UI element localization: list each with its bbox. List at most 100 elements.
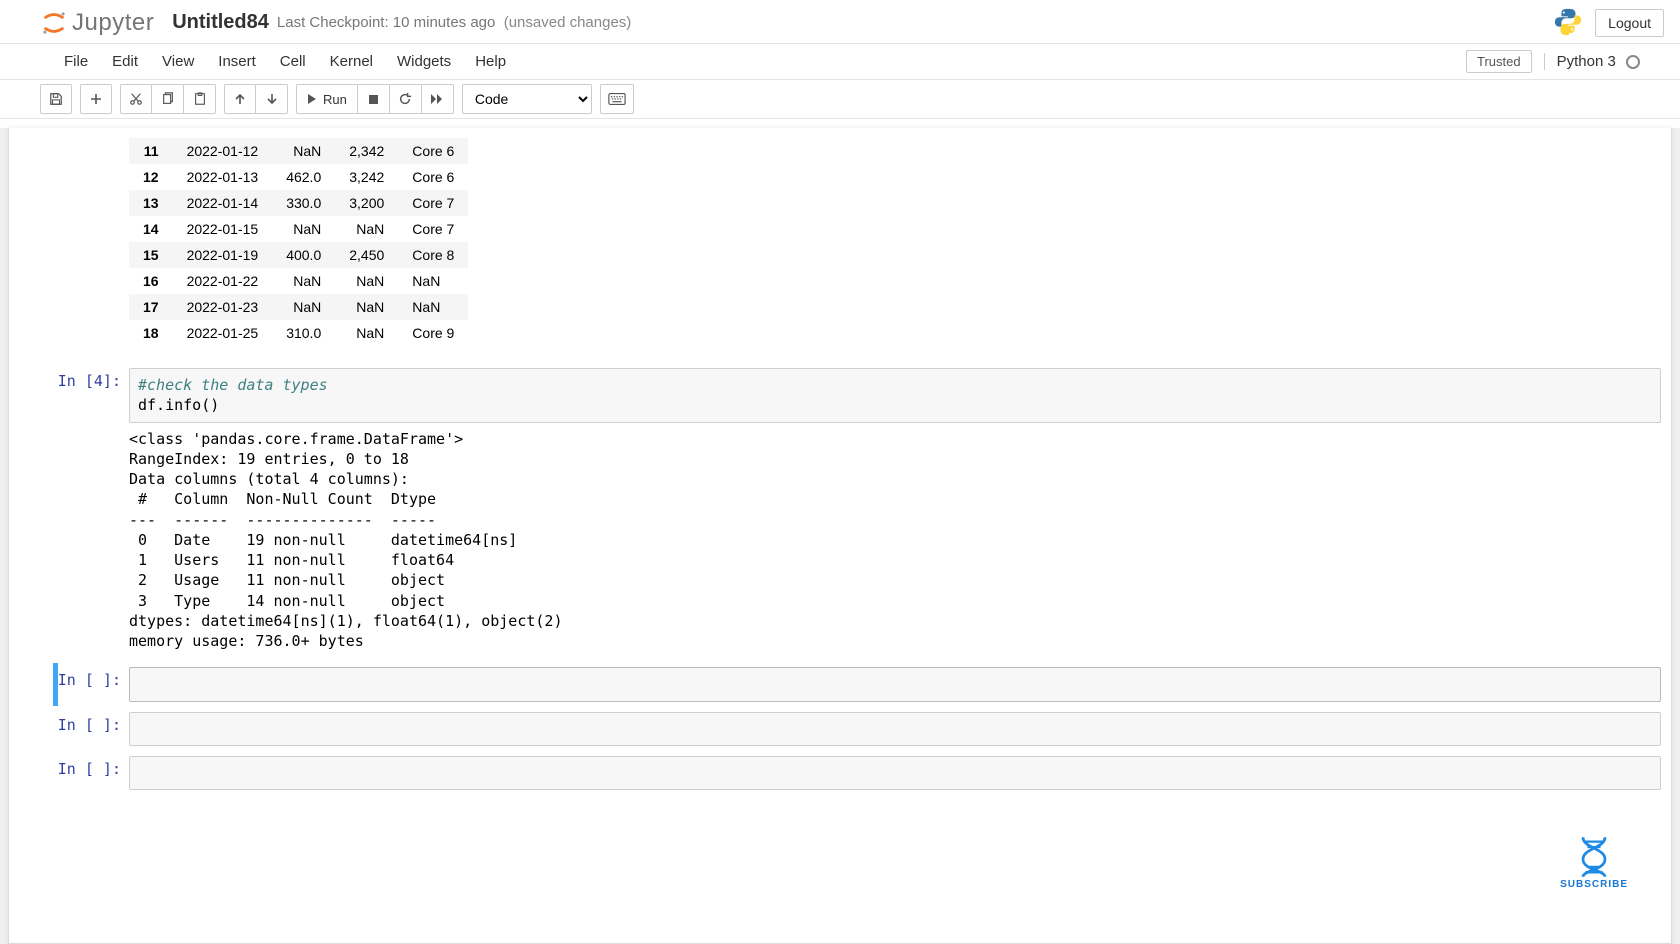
menu-view[interactable]: View	[150, 47, 206, 76]
cell-usage: 2,450	[335, 242, 398, 268]
table-row: 132022-01-14330.03,200Core 7	[129, 190, 468, 216]
kernel-name[interactable]: Python 3	[1544, 53, 1640, 70]
cell-type: Core 7	[398, 190, 468, 216]
jupyter-logo-text: Jupyter	[72, 9, 154, 37]
jupyter-logo[interactable]: Jupyter	[40, 9, 154, 37]
restart-run-all-button[interactable]	[422, 84, 454, 114]
paste-button[interactable]	[184, 84, 216, 114]
toolbar: Run Code	[0, 80, 1680, 119]
menu-edit[interactable]: Edit	[100, 47, 150, 76]
cell-users: 330.0	[272, 190, 335, 216]
save-button[interactable]	[40, 84, 72, 114]
move-up-button[interactable]	[224, 84, 256, 114]
plus-icon	[90, 93, 102, 105]
arrow-down-icon	[266, 93, 278, 105]
table-row: 172022-01-23NaNNaNNaN	[129, 294, 468, 320]
move-down-button[interactable]	[256, 84, 288, 114]
text-output: <class 'pandas.core.frame.DataFrame'> Ra…	[129, 423, 1661, 658]
restart-button[interactable]	[390, 84, 422, 114]
code-input[interactable]	[129, 667, 1661, 701]
copy-icon	[161, 92, 175, 106]
notebook-title[interactable]: Untitled84	[172, 11, 269, 34]
stop-icon	[368, 94, 379, 105]
play-icon	[307, 93, 317, 105]
interrupt-button[interactable]	[358, 84, 390, 114]
input-prompt: In [ ]:	[9, 712, 129, 746]
cell-usage: NaN	[335, 320, 398, 346]
notebook-header: Jupyter Untitled84 Last Checkpoint: 10 m…	[0, 0, 1680, 44]
row-index: 18	[129, 320, 173, 346]
code-cell-empty-selected[interactable]: In [ ]:	[9, 663, 1671, 705]
cell-usage: NaN	[335, 216, 398, 242]
cell-type-select[interactable]: Code	[462, 84, 592, 114]
menubar: File Edit View Insert Cell Kernel Widget…	[0, 44, 1680, 80]
input-prompt: In [ ]:	[9, 756, 129, 790]
table-row: 142022-01-15NaNNaNCore 7	[129, 216, 468, 242]
cell-usage: 3,242	[335, 164, 398, 190]
code-input[interactable]	[129, 756, 1661, 790]
cell-date: 2022-01-13	[173, 164, 273, 190]
cell-date: 2022-01-19	[173, 242, 273, 268]
code-input[interactable]: #check the data types df.info()	[129, 368, 1661, 423]
cell-users: 462.0	[272, 164, 335, 190]
cell-users: NaN	[272, 138, 335, 164]
subscribe-label: SUBSCRIBE	[1560, 879, 1628, 890]
cell-users: NaN	[272, 216, 335, 242]
table-row: 152022-01-19400.02,450Core 8	[129, 242, 468, 268]
row-index: 15	[129, 242, 173, 268]
cell-usage: 2,342	[335, 138, 398, 164]
code-cell-4[interactable]: In [4]: #check the data types df.info() …	[9, 364, 1671, 661]
menu-help[interactable]: Help	[463, 47, 518, 76]
code-input[interactable]	[129, 712, 1661, 746]
logout-button[interactable]: Logout	[1595, 9, 1664, 37]
cell-usage: NaN	[335, 268, 398, 294]
restart-icon	[398, 92, 412, 106]
code-cell-empty[interactable]: In [ ]:	[9, 708, 1671, 750]
fast-forward-icon	[430, 93, 444, 105]
table-row: 122022-01-13462.03,242Core 6	[129, 164, 468, 190]
cell-type: Core 7	[398, 216, 468, 242]
command-palette-button[interactable]	[600, 84, 634, 114]
cell-type: Core 8	[398, 242, 468, 268]
cut-button[interactable]	[120, 84, 152, 114]
code-cell-empty[interactable]: In [ ]:	[9, 752, 1671, 794]
row-index: 16	[129, 268, 173, 294]
menu-widgets[interactable]: Widgets	[385, 47, 463, 76]
cell-type: Core 9	[398, 320, 468, 346]
menu-cell[interactable]: Cell	[268, 47, 318, 76]
output-prompt	[9, 134, 129, 358]
input-prompt: In [ ]:	[9, 667, 129, 701]
cell-date: 2022-01-22	[173, 268, 273, 294]
subscribe-overlay[interactable]: SUBSCRIBE	[1560, 835, 1628, 890]
run-button[interactable]: Run	[296, 84, 358, 114]
row-index: 12	[129, 164, 173, 190]
table-row: 182022-01-25310.0NaNCore 9	[129, 320, 468, 346]
arrow-up-icon	[234, 93, 246, 105]
save-icon	[49, 92, 63, 106]
cell-users: NaN	[272, 294, 335, 320]
trusted-indicator[interactable]: Trusted	[1466, 50, 1532, 73]
dataframe-table: 112022-01-12NaN2,342Core 6122022-01-1346…	[129, 138, 468, 346]
insert-cell-button[interactable]	[80, 84, 112, 114]
cell-type: Core 6	[398, 138, 468, 164]
row-index: 11	[129, 138, 173, 164]
cell-date: 2022-01-14	[173, 190, 273, 216]
menu-file[interactable]: File	[52, 47, 100, 76]
menu-insert[interactable]: Insert	[206, 47, 268, 76]
input-prompt: In [4]:	[9, 368, 129, 657]
keyboard-icon	[608, 92, 626, 106]
cell-type: NaN	[398, 268, 468, 294]
notebook-container[interactable]: 112022-01-12NaN2,342Core 6122022-01-1346…	[8, 128, 1672, 944]
output-cell-dataframe: 112022-01-12NaN2,342Core 6122022-01-1346…	[9, 130, 1671, 362]
table-row: 112022-01-12NaN2,342Core 6	[129, 138, 468, 164]
copy-button[interactable]	[152, 84, 184, 114]
cell-users: NaN	[272, 268, 335, 294]
cell-usage: 3,200	[335, 190, 398, 216]
dna-icon	[1572, 835, 1616, 879]
cell-date: 2022-01-12	[173, 138, 273, 164]
menu-kernel[interactable]: Kernel	[318, 47, 385, 76]
paste-icon	[193, 92, 207, 106]
scissors-icon	[129, 92, 143, 106]
kernel-idle-icon	[1626, 55, 1640, 69]
cell-users: 400.0	[272, 242, 335, 268]
